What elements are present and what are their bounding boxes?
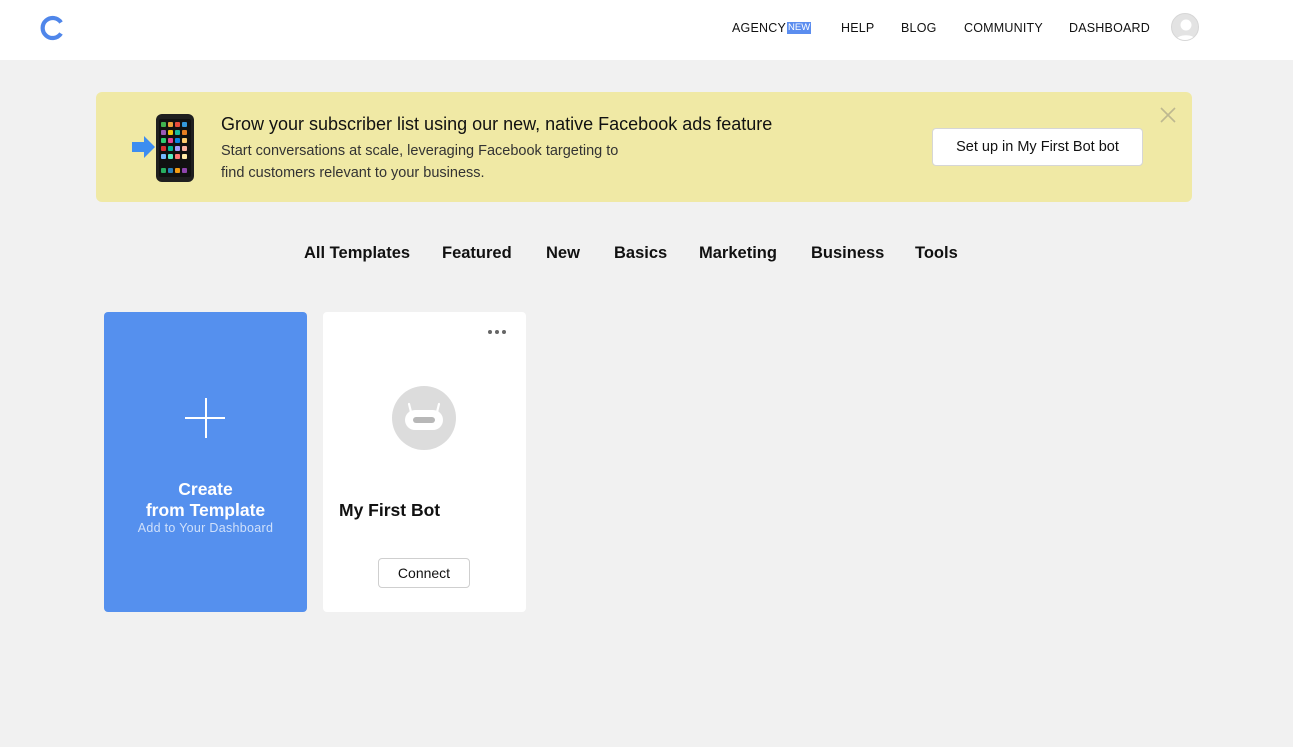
create-card-title: Create from Template	[145, 479, 266, 520]
tab-new[interactable]: New	[546, 244, 580, 263]
tab-all-templates[interactable]: All Templates	[304, 244, 410, 263]
nav-help[interactable]: HELP	[841, 20, 874, 36]
tab-featured[interactable]: Featured	[442, 244, 512, 263]
top-header: AGENCY NEW HELP BLOG COMMUNITY DASHBOARD	[0, 0, 1293, 60]
create-from-template-card[interactable]: Create from Template Add to Your Dashboa…	[104, 312, 307, 612]
logo-icon[interactable]	[39, 14, 67, 42]
banner-title: Grow your subscriber list using our new,…	[221, 114, 773, 134]
create-card-subtitle: Add to Your Dashboard	[137, 521, 274, 535]
bot-name: My First Bot	[339, 500, 441, 520]
promo-banner: Grow your subscriber list using our new,…	[96, 92, 1192, 202]
bot-card[interactable]: My First Bot Connect	[323, 312, 526, 612]
tab-tools[interactable]: Tools	[915, 244, 958, 263]
nav-community[interactable]: COMMUNITY	[964, 20, 1043, 36]
banner-description: Start conversations at scale, leveraging…	[221, 143, 619, 181]
user-avatar[interactable]	[1171, 13, 1199, 41]
robot-icon	[392, 386, 456, 450]
nav-dashboard[interactable]: DASHBOARD	[1069, 20, 1150, 36]
new-badge: NEW	[787, 22, 811, 34]
tab-business[interactable]: Business	[811, 244, 884, 263]
nav-agency[interactable]: AGENCY	[732, 20, 786, 36]
connect-button[interactable]: Connect	[378, 558, 470, 588]
close-icon[interactable]	[1160, 107, 1176, 123]
more-icon[interactable]	[486, 327, 510, 337]
tab-marketing[interactable]: Marketing	[699, 244, 777, 263]
tab-basics[interactable]: Basics	[614, 244, 667, 263]
setup-ads-button[interactable]: Set up in My First Bot bot	[932, 128, 1143, 166]
user-avatar-icon	[1175, 19, 1197, 40]
phone-arrow-icon	[132, 114, 194, 182]
nav-blog[interactable]: BLOG	[901, 20, 937, 36]
